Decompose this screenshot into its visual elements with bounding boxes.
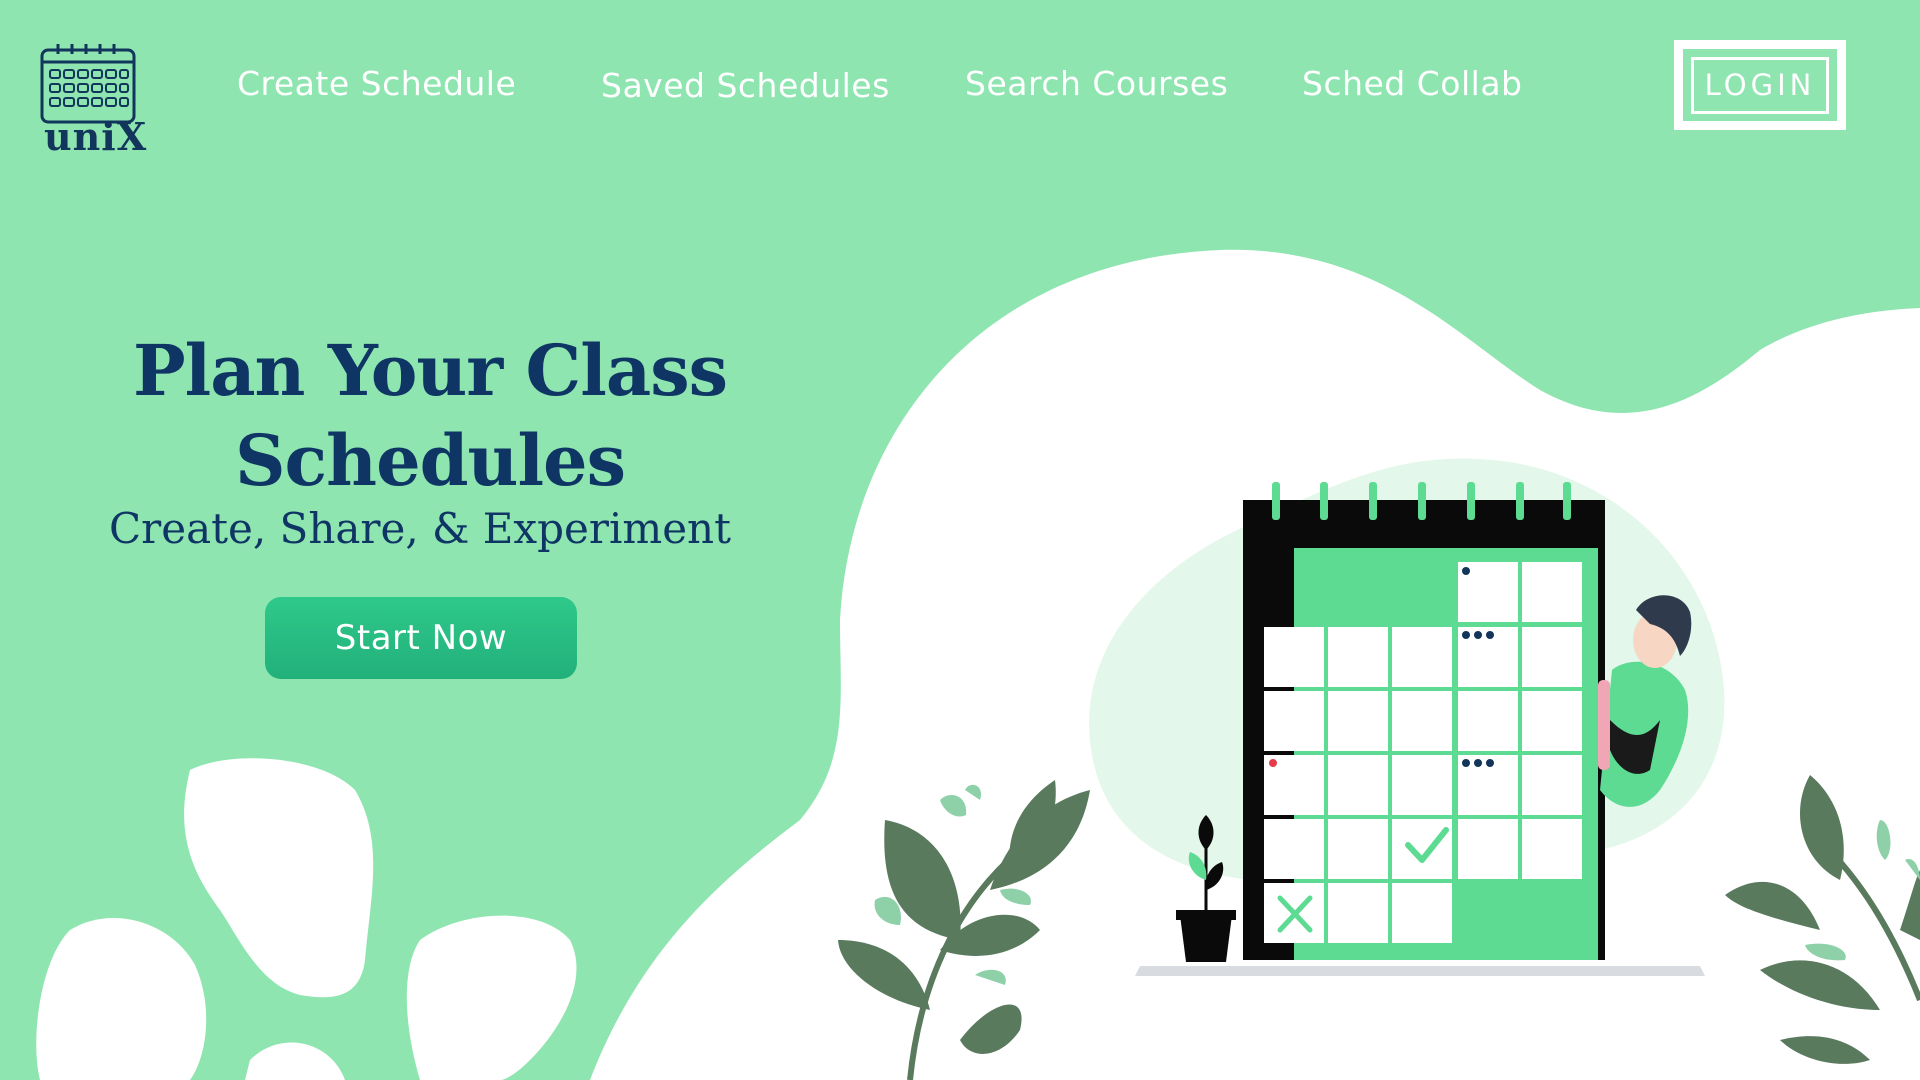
leaves-left <box>838 780 1090 1080</box>
nav-sched-collab[interactable]: Sched Collab <box>1302 64 1522 103</box>
person-illustration <box>1598 595 1692 807</box>
shelf <box>1135 966 1705 976</box>
white-shape-4 <box>245 1042 345 1080</box>
hero-subtitle: Create, Share, & Experiment <box>109 504 731 553</box>
nav-search-courses[interactable]: Search Courses <box>965 64 1228 103</box>
logo-text[interactable]: uniX <box>44 118 147 156</box>
white-shape-2 <box>36 917 207 1080</box>
potted-plant <box>1176 815 1236 962</box>
red-dot <box>1269 759 1277 767</box>
white-shape-3 <box>406 915 577 1080</box>
calendar-illustration <box>838 482 1920 1080</box>
login-label: LOGIN <box>1691 56 1829 114</box>
nav-create-schedule[interactable]: Create Schedule <box>237 64 516 103</box>
start-now-button[interactable]: Start Now <box>265 597 577 679</box>
white-shape-1 <box>184 758 374 998</box>
landing-page: uniX Create Schedule Saved Schedules Sea… <box>0 0 1920 1080</box>
hero-title: Plan Your Class Schedules <box>132 329 728 502</box>
leaves-right <box>1725 775 1920 1064</box>
nav-saved-schedules[interactable]: Saved Schedules <box>601 66 890 105</box>
login-button[interactable]: LOGIN <box>1674 40 1846 130</box>
